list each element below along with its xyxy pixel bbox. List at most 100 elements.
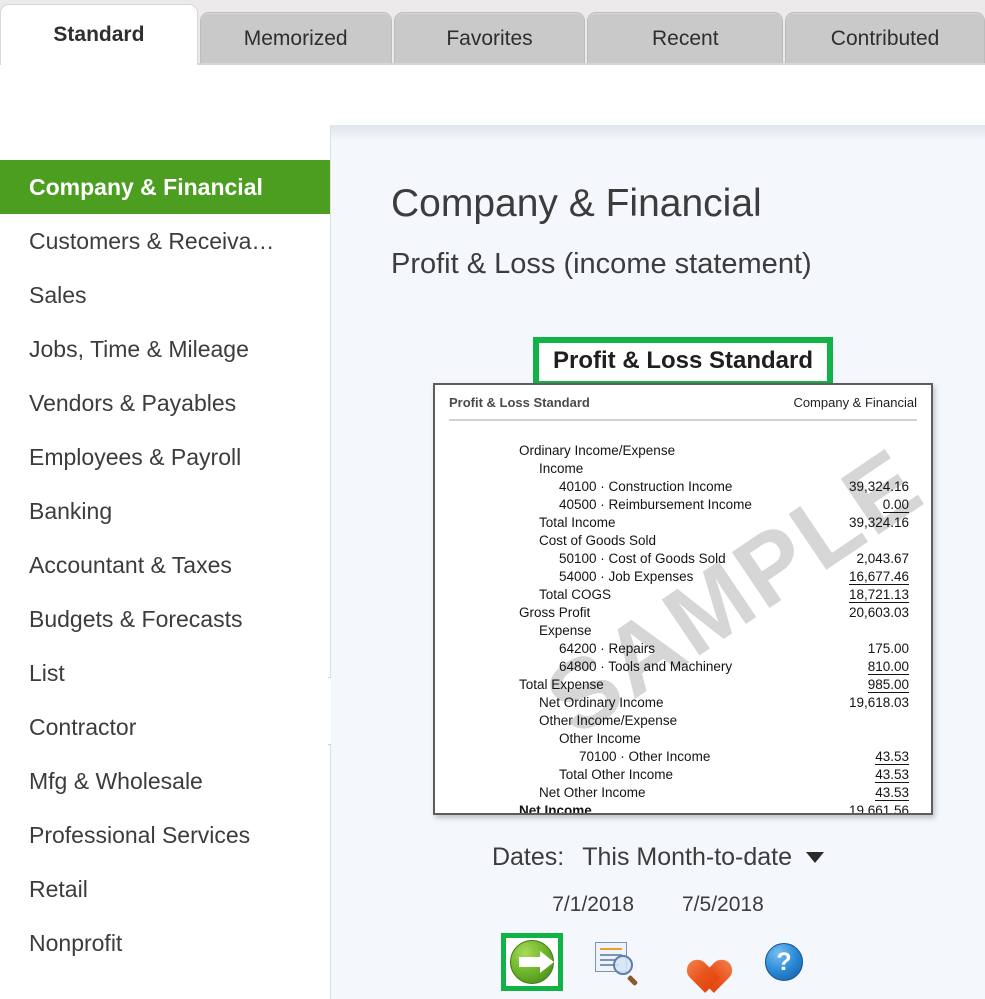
preview-line-item: 70100 · Other Income 43.53	[435, 749, 931, 767]
preview-line-label: Income	[539, 461, 584, 476]
tab-label: Recent	[652, 26, 719, 50]
preview-line-amount	[783, 533, 931, 548]
preview-line-label: Ordinary Income/Expense	[519, 443, 676, 458]
page-title: Company & Financial	[391, 182, 762, 225]
dates-value[interactable]: This Month-to-date	[582, 843, 792, 872]
preview-header-category: Company & Financial	[793, 394, 917, 410]
preview-line-item: Other Income	[435, 731, 931, 749]
run-report-button[interactable]	[501, 933, 563, 991]
report-category-tabbar: Standard Memorized Favorites Recent Cont…	[0, 0, 985, 64]
sidebar-item-nonprofit[interactable]: Nonprofit	[0, 916, 330, 970]
preview-line-label: 64200 · Repairs	[559, 641, 656, 656]
preview-line-label: 70100 · Other Income	[579, 749, 711, 764]
preview-line-label: Net Ordinary Income	[539, 695, 664, 710]
preview-line-label: 40500 · Reimbursement Income	[559, 497, 752, 512]
sidebar-item-sales[interactable]: Sales	[0, 268, 330, 322]
sidebar-item-contractor[interactable]: Contractor	[0, 700, 330, 754]
tab-standard[interactable]: Standard	[0, 4, 198, 64]
preview-line-item: Expense	[435, 623, 931, 641]
tab-favorites[interactable]: Favorites	[393, 12, 586, 64]
preview-header-title: Profit & Loss Standard	[449, 394, 590, 410]
tab-memorized[interactable]: Memorized	[199, 12, 392, 64]
preview-line-item: 64200 · Repairs 175.00	[435, 641, 931, 659]
panel-top-shading	[331, 125, 985, 141]
preview-line-label: Net Other Income	[539, 785, 646, 800]
sidebar-item-label: Jobs, Time & Mileage	[29, 335, 249, 362]
sidebar-item-budgets-forecasts[interactable]: Budgets & Forecasts	[0, 592, 330, 646]
sidebar-item-employees-payroll[interactable]: Employees & Payroll	[0, 430, 330, 484]
sidebar-item-label: Budgets & Forecasts	[29, 605, 243, 632]
preview-line-amount: 43.53	[875, 785, 909, 801]
preview-line-amount: 810.00	[867, 659, 909, 675]
page-subtitle: Profit & Loss (income statement)	[391, 248, 812, 280]
preview-line-item: Other Income/Expense	[435, 713, 931, 731]
preview-line-amount	[783, 713, 931, 728]
date-from[interactable]: 7/1/2018	[552, 893, 634, 917]
tab-recent[interactable]: Recent	[587, 12, 784, 64]
sidebar-item-list[interactable]: List	[0, 646, 330, 700]
preview-report-button[interactable]	[585, 933, 647, 991]
preview-line-label: Net Income	[519, 803, 592, 815]
preview-line-label: Other Income	[559, 731, 641, 746]
sidebar-item-label: Employees & Payroll	[29, 443, 242, 470]
preview-line-label: 54000 · Job Expenses	[559, 569, 694, 584]
preview-line-item: Income	[435, 461, 931, 479]
preview-line-item: 64800 · Tools and Machinery 810.00	[435, 659, 931, 677]
sidebar-item-label: Mfg & Wholesale	[29, 767, 203, 794]
preview-line-amount: 16,677.46	[848, 569, 909, 585]
sidebar-item-vendors-payables[interactable]: Vendors & Payables	[0, 376, 330, 430]
help-button[interactable]: ?	[753, 933, 815, 991]
sidebar-top-spacer	[0, 125, 330, 160]
report-detail-panel: Company & Financial Profit & Loss (incom…	[331, 125, 985, 999]
preview-line-amount: 19,661.56	[783, 803, 931, 813]
preview-line-amount	[783, 731, 931, 746]
date-to[interactable]: 7/5/2018	[682, 893, 764, 917]
report-preview-thumbnail[interactable]: Profit & Loss Standard Company & Financi…	[433, 383, 933, 815]
preview-line-label: 50100 · Cost of Goods Sold	[559, 551, 726, 566]
selected-report-title[interactable]: Profit & Loss Standard	[533, 337, 834, 387]
document-magnifier-icon	[595, 942, 639, 987]
preview-header: Profit & Loss Standard Company & Financi…	[435, 385, 931, 419]
preview-header-rule	[449, 419, 917, 421]
preview-line-item: Net Income 19,661.56	[435, 803, 931, 815]
preview-line-amount: 19,618.03	[848, 695, 909, 710]
preview-line-amount: 985.00	[867, 677, 909, 693]
preview-line-amount: 18,721.13	[848, 587, 909, 603]
report-actions-row: ?	[331, 933, 985, 991]
sidebar-item-accountant-taxes[interactable]: Accountant & Taxes	[0, 538, 330, 592]
sidebar-item-label: Company & Financial	[29, 173, 263, 200]
sidebar-item-label: Banking	[29, 497, 113, 524]
sidebar-item-jobs-time-mileage[interactable]: Jobs, Time & Mileage	[0, 322, 330, 376]
sidebar-item-mfg-wholesale[interactable]: Mfg & Wholesale	[0, 754, 330, 808]
chevron-down-icon[interactable]	[806, 852, 825, 863]
sidebar-item-banking[interactable]: Banking	[0, 484, 330, 538]
sidebar-item-company-financial[interactable]: Company & Financial	[0, 160, 330, 214]
preview-line-item: 50100 · Cost of Goods Sold 2,043.67	[435, 551, 931, 569]
heart-icon	[680, 944, 720, 980]
preview-line-label: Other Income/Expense	[539, 713, 678, 728]
sidebar-item-label: Customers & Receiva…	[29, 227, 275, 254]
sidebar-item-retail[interactable]: Retail	[0, 862, 330, 916]
preview-line-label: Total COGS	[539, 587, 612, 602]
preview-line-item: Ordinary Income/Expense	[435, 443, 931, 461]
magnifier-lens	[613, 955, 633, 975]
preview-line-label: Gross Profit	[519, 605, 591, 620]
preview-line-items: Ordinary Income/Expense Income 40100 · Con…	[435, 443, 931, 815]
tab-label: Memorized	[243, 26, 348, 50]
tab-label: Favorites	[446, 26, 533, 50]
preview-line-amount: 43.53	[875, 767, 909, 783]
preview-line-item: Net Ordinary Income 19,618.03	[435, 695, 931, 713]
tab-contributed[interactable]: Contributed	[785, 12, 985, 64]
date-range-row: 7/1/2018 7/5/2018	[331, 893, 985, 917]
sidebar-item-customers-receivables[interactable]: Customers & Receiva…	[0, 214, 330, 268]
preview-line-item: Gross Profit 20,603.03	[435, 605, 931, 623]
preview-line-label: Expense	[539, 623, 592, 638]
doc-line-accent	[600, 948, 622, 950]
sidebar-item-professional-services[interactable]: Professional Services	[0, 808, 330, 862]
preview-line-label: Total Income	[539, 515, 616, 530]
favorite-report-button[interactable]	[669, 933, 731, 991]
sidebar-item-label: Vendors & Payables	[29, 389, 237, 416]
dates-label: Dates:	[491, 843, 565, 871]
preview-line-amount: 43.53	[875, 749, 909, 765]
preview-line-item: Total Expense 985.00	[435, 677, 931, 695]
